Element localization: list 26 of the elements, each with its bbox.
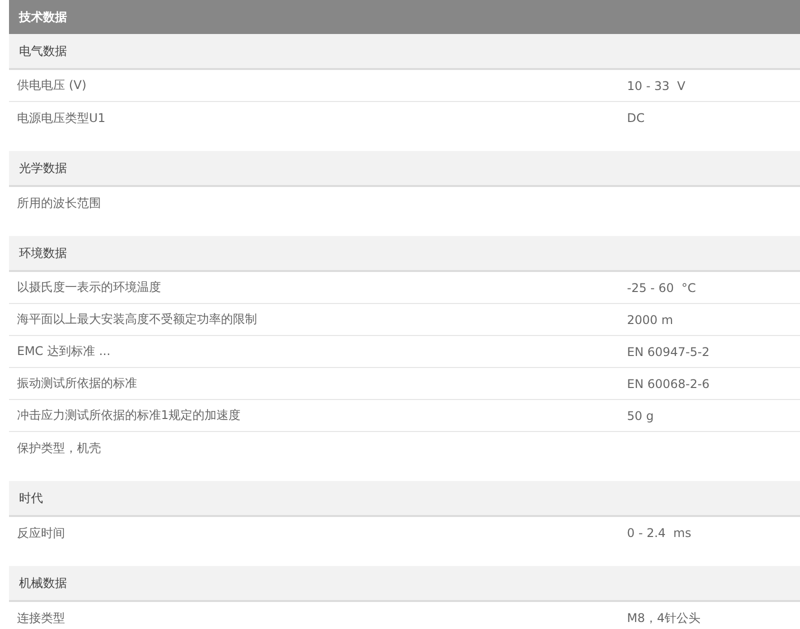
spec-label: 电源电压类型U1 — [17, 110, 106, 124]
spec-label: 连接类型 — [17, 610, 65, 624]
spec-label: 海平面以上最大安装高度不受额定功率的限制 — [17, 312, 257, 326]
spec-value: DC — [627, 111, 645, 125]
spec-value: EN 60068-2-6 — [627, 376, 710, 390]
section-title: 机械数据 — [19, 574, 67, 592]
spec-value: EN 60947-5-2 — [627, 344, 710, 358]
table-title: 技术数据 — [19, 8, 67, 26]
spec-label: 所用的波长范围 — [17, 196, 101, 210]
spec-label: EMC 达到标准 ... — [17, 344, 110, 358]
spec-value: 50 g — [627, 408, 654, 422]
spec-label: 反应时间 — [17, 526, 65, 540]
spec-label: 供电电压 (V) — [17, 78, 86, 92]
spec-label: 以摄氏度一表示的环境温度 — [17, 280, 161, 294]
spec-value: 10 - 33 V — [627, 78, 686, 92]
spec-value: 2000 m — [627, 312, 674, 326]
spec-label: 保护类型，机壳 — [17, 440, 101, 454]
spec-label: 冲击应力测试所依据的标准1规定的加速度 — [17, 408, 241, 422]
spec-value: -25 - 60 °C — [627, 280, 696, 294]
section-title: 环境数据 — [19, 244, 67, 262]
spec-value: 0 - 2.4 ms — [627, 526, 692, 540]
section-title: 光学数据 — [19, 160, 67, 176]
section-title: 时代 — [19, 490, 43, 506]
spec-value: M8，4针公头 — [627, 610, 701, 626]
section-title: 电气数据 — [19, 42, 67, 60]
spec-label: 振动测试所依据的标准 — [17, 376, 137, 390]
